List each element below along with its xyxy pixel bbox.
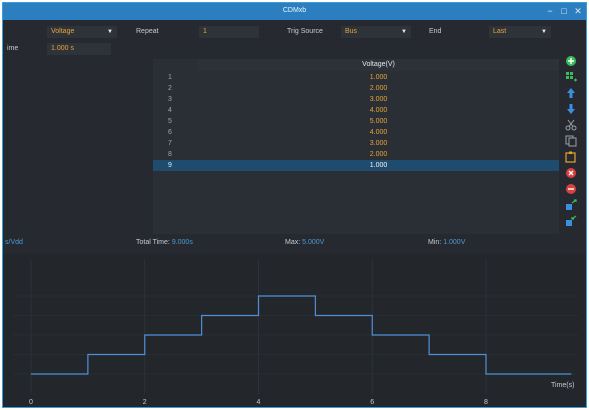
time-value: 1.000 s: [51, 45, 74, 52]
row-voltage[interactable]: 1.000: [198, 72, 559, 83]
table-row[interactable]: 8 2.000: [153, 149, 559, 160]
chevron-down-icon: ▼: [107, 29, 113, 35]
x-tick-label: 8: [484, 399, 488, 406]
row-voltage[interactable]: 1.000: [198, 160, 559, 171]
end-value: Last: [493, 28, 507, 35]
left-stat-value: s/Vdd: [5, 239, 23, 246]
row-index: 1: [168, 74, 172, 81]
total-time-value: 9.000s: [171, 239, 193, 246]
delete-icon[interactable]: [565, 167, 577, 179]
trig-source-select[interactable]: Bus ▼: [341, 26, 411, 38]
left-stat: s/Vdd: [5, 239, 23, 246]
chevron-down-icon: ▼: [401, 29, 407, 35]
title-bar: CDMxb − □ ✕: [3, 3, 586, 20]
minimize-button[interactable]: −: [543, 5, 557, 17]
window-title: CDMxb: [282, 7, 307, 14]
table-row[interactable]: 5 5.000: [153, 116, 559, 127]
repeat-input[interactable]: 1: [199, 26, 259, 38]
import-icon[interactable]: [565, 199, 577, 211]
row-voltage[interactable]: 2.000: [198, 149, 559, 160]
row-index: 7: [168, 140, 172, 147]
min-stat: Min: 1.000V: [428, 239, 465, 246]
min-value: 1.000V: [443, 239, 466, 246]
time-label: ime: [7, 45, 19, 52]
table-row[interactable]: 2 2.000: [153, 83, 559, 94]
time-input[interactable]: 1.000 s: [47, 43, 111, 55]
repeat-value: 1: [203, 28, 207, 35]
row-index: 2: [168, 85, 172, 92]
x-tick-label: 2: [142, 399, 147, 406]
end-label: End: [429, 28, 442, 35]
move-up-icon[interactable]: [565, 87, 577, 99]
steps-table: Voltage(V) 1 1.000 2 2.000 3 3.000 4 4.0…: [153, 59, 559, 234]
close-button[interactable]: ✕: [571, 5, 585, 17]
row-index: 3: [168, 96, 172, 103]
row-index: 5: [168, 118, 172, 125]
repeat-label: Repeat: [136, 28, 159, 35]
max-value: 5.000V: [302, 239, 325, 246]
row-voltage[interactable]: 2.000: [198, 83, 559, 94]
x-axis-label: Time(s): [551, 382, 575, 389]
chevron-down-icon: ▼: [541, 29, 547, 35]
end-select[interactable]: Last ▼: [489, 26, 551, 38]
waveform-chart: [13, 259, 578, 394]
row-voltage[interactable]: 4.000: [198, 105, 559, 116]
voltage-column-header: Voltage(V): [198, 59, 559, 71]
app-window: CDMxb − □ ✕ Voltage ▼ Repeat 1 Trig Sour…: [2, 2, 587, 408]
row-voltage[interactable]: 5.000: [198, 116, 559, 127]
max-label: Max:: [285, 239, 301, 246]
row-index: 9: [168, 162, 172, 169]
min-label: Min:: [428, 239, 442, 246]
trig-source-value: Bus: [345, 28, 358, 35]
remove-icon[interactable]: [565, 183, 577, 195]
table-row-selected[interactable]: 9 1.000: [153, 160, 559, 171]
max-stat: Max: 5.000V: [285, 239, 324, 246]
x-tick-label: 0: [29, 399, 33, 406]
table-row[interactable]: 6 4.000: [153, 127, 559, 138]
move-down-icon[interactable]: [565, 103, 577, 115]
row-index: 4: [168, 107, 172, 114]
table-row[interactable]: 7 3.000: [153, 138, 559, 149]
export-icon[interactable]: [565, 215, 577, 227]
row-index: 8: [168, 151, 172, 158]
copy-icon[interactable]: [565, 135, 577, 147]
maximize-button[interactable]: □: [557, 5, 571, 17]
x-tick-label: 4: [256, 399, 261, 406]
cut-icon[interactable]: [565, 119, 577, 131]
row-voltage[interactable]: 3.000: [198, 94, 559, 105]
mode-value: Voltage: [51, 28, 75, 35]
trig-source-label: Trig Source: [287, 28, 323, 35]
total-time-stat: Total Time: 9.000s: [136, 239, 193, 246]
mode-select[interactable]: Voltage ▼: [47, 26, 117, 38]
row-index: 6: [168, 129, 172, 136]
table-row[interactable]: 3 3.000: [153, 94, 559, 105]
row-voltage[interactable]: 4.000: [198, 127, 559, 138]
table-row[interactable]: 4 4.000: [153, 105, 559, 116]
add-icon[interactable]: [565, 55, 577, 67]
waveform-plot: [3, 254, 586, 407]
x-tick-label: 6: [370, 399, 375, 406]
paste-icon[interactable]: [565, 151, 577, 163]
row-voltage[interactable]: 3.000: [198, 138, 559, 149]
total-time-label: Total Time:: [136, 239, 170, 246]
grid-add-icon[interactable]: [565, 71, 577, 83]
table-row[interactable]: 1 1.000: [153, 72, 559, 83]
